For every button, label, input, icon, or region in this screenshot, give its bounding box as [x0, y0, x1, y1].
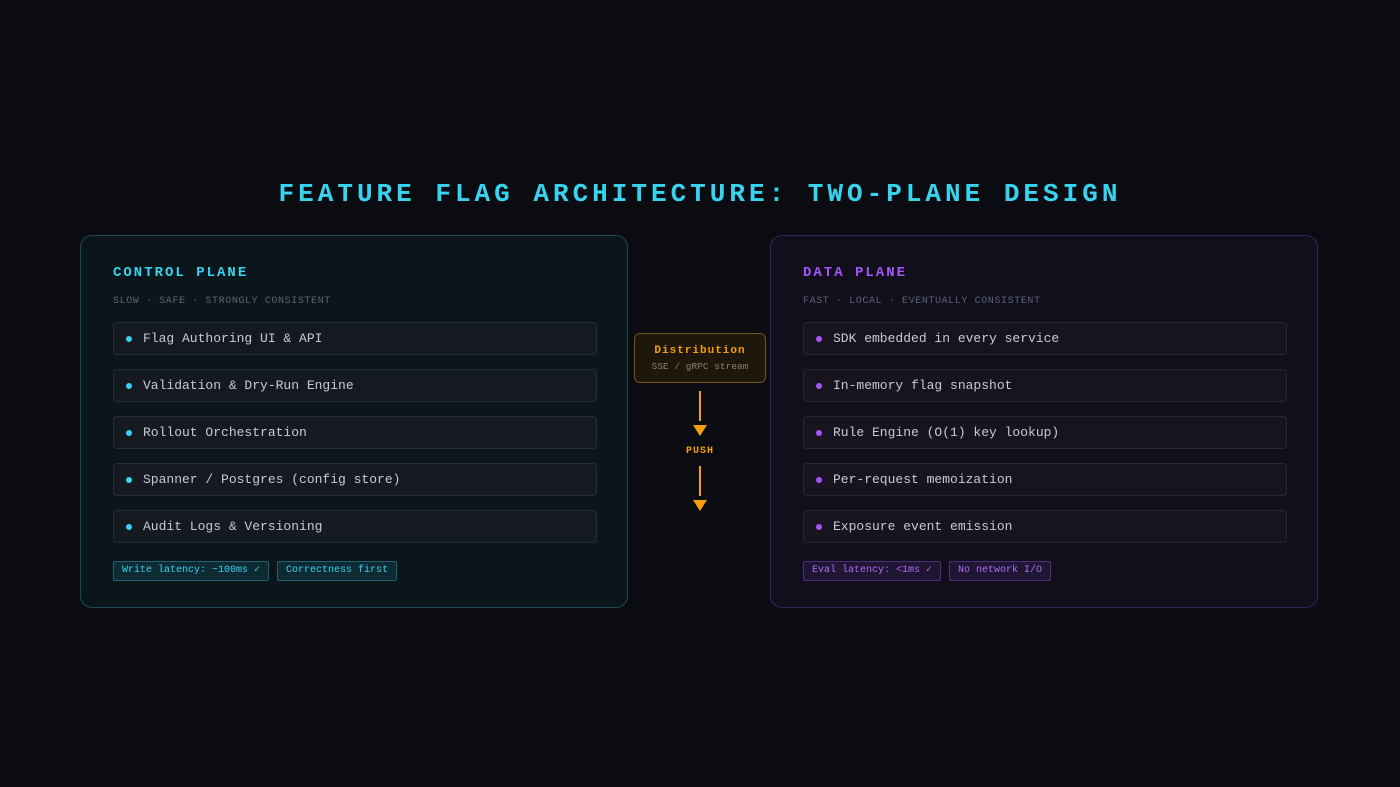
data-plane-item-label: SDK embedded in every service — [833, 331, 1060, 346]
data-plane-item: SDK embedded in every service — [803, 322, 1287, 355]
data-plane-item-label: Rule Engine (O(1) key lookup) — [833, 425, 1060, 440]
data-plane-item: Rule Engine (O(1) key lookup) — [803, 416, 1287, 449]
bullet-dot-icon — [126, 524, 132, 530]
connector-line — [699, 466, 701, 496]
diagram-title: FEATURE FLAG ARCHITECTURE: TWO-PLANE DES… — [278, 179, 1122, 209]
distribution-title: Distribution — [654, 345, 746, 357]
data-plane-tag: No network I/O — [949, 561, 1052, 581]
control-plane-item: Flag Authoring UI & API — [113, 322, 597, 355]
bullet-dot-icon — [126, 430, 132, 436]
control-plane-tag: Correctness first — [277, 561, 398, 581]
bullet-dot-icon — [126, 477, 132, 483]
control-plane-item: Audit Logs & Versioning — [113, 510, 597, 543]
bullet-dot-icon — [126, 336, 132, 342]
control-plane-tags: Write latency: ~100ms ✓ Correctness firs… — [113, 561, 398, 581]
connector-line — [699, 391, 701, 421]
arrow-down-icon — [693, 425, 707, 436]
control-plane-tag: Write latency: ~100ms ✓ — [113, 561, 270, 581]
control-plane-item-label: Audit Logs & Versioning — [143, 519, 323, 534]
data-plane-title: DATA PLANE — [803, 265, 908, 281]
data-plane-panel: DATA PLANE FAST · LOCAL · EVENTUALLY CON… — [770, 235, 1318, 608]
data-plane-item: Per-request memoization — [803, 463, 1287, 496]
data-plane-item-label: Per-request memoization — [833, 472, 1013, 487]
control-plane-items: Flag Authoring UI & API Validation & Dry… — [113, 322, 597, 557]
data-plane-item: In-memory flag snapshot — [803, 369, 1287, 402]
data-plane-tag: Eval latency: <1ms ✓ — [803, 561, 942, 581]
distribution-subtitle: SSE / gRPC stream — [651, 361, 749, 372]
bullet-dot-icon — [816, 430, 822, 436]
data-plane-subtitle: FAST · LOCAL · EVENTUALLY CONSISTENT — [803, 296, 1041, 307]
control-plane-item-label: Validation & Dry-Run Engine — [143, 378, 354, 393]
data-plane-items: SDK embedded in every service In-memory … — [803, 322, 1287, 557]
data-plane-item: Exposure event emission — [803, 510, 1287, 543]
push-label: PUSH — [685, 446, 714, 457]
bullet-dot-icon — [816, 383, 822, 389]
control-plane-panel: CONTROL PLANE SLOW · SAFE · STRONGLY CON… — [80, 235, 628, 608]
control-plane-item-label: Rollout Orchestration — [143, 425, 307, 440]
control-plane-item: Rollout Orchestration — [113, 416, 597, 449]
bullet-dot-icon — [816, 477, 822, 483]
data-plane-item-label: In-memory flag snapshot — [833, 378, 1013, 393]
bullet-dot-icon — [816, 524, 822, 530]
control-plane-item-label: Flag Authoring UI & API — [143, 331, 323, 346]
control-plane-item-label: Spanner / Postgres (config store) — [143, 472, 401, 487]
control-plane-item: Validation & Dry-Run Engine — [113, 369, 597, 402]
control-plane-item: Spanner / Postgres (config store) — [113, 463, 597, 496]
control-plane-title: CONTROL PLANE — [113, 265, 249, 281]
data-plane-item-label: Exposure event emission — [833, 519, 1013, 534]
control-plane-subtitle: SLOW · SAFE · STRONGLY CONSISTENT — [113, 296, 331, 307]
distribution-box: Distribution SSE / gRPC stream — [634, 333, 766, 383]
bullet-dot-icon — [126, 383, 132, 389]
data-plane-tags: Eval latency: <1ms ✓ No network I/O — [803, 561, 1052, 581]
arrow-down-icon — [693, 500, 707, 511]
bullet-dot-icon — [816, 336, 822, 342]
diagram-canvas: FEATURE FLAG ARCHITECTURE: TWO-PLANE DES… — [0, 0, 1400, 787]
